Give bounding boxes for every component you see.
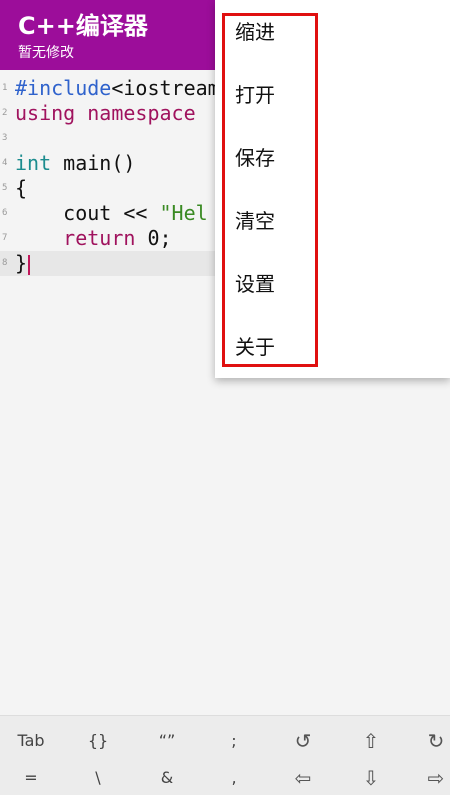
code-text: return 0; bbox=[15, 226, 172, 251]
tab-key[interactable]: Tab bbox=[9, 726, 53, 756]
code-token: return bbox=[63, 226, 136, 250]
app-title: C++编译器 bbox=[18, 12, 148, 40]
braces-key[interactable]: {} bbox=[76, 726, 120, 756]
arrow-up-icon[interactable]: ⇧ bbox=[349, 726, 393, 756]
code-token: cout << bbox=[15, 201, 160, 225]
code-token: using namespace bbox=[15, 101, 196, 125]
quotes-key[interactable]: “” bbox=[145, 726, 189, 756]
menu-item-settings[interactable]: 设置 bbox=[235, 264, 435, 304]
text-cursor bbox=[28, 254, 31, 275]
code-token: main() bbox=[51, 151, 136, 175]
arrow-left-icon[interactable]: ⇦ bbox=[281, 763, 325, 793]
arrow-down-icon[interactable]: ⇩ bbox=[349, 763, 393, 793]
backslash-key[interactable]: \ bbox=[76, 763, 120, 793]
code-token: #include bbox=[15, 76, 112, 100]
arrow-right-icon[interactable]: ⇨ bbox=[414, 763, 450, 793]
line-number: 2 bbox=[2, 108, 8, 118]
undo-icon[interactable]: ↺ bbox=[281, 726, 325, 756]
code-text: #include<iostream bbox=[15, 76, 220, 101]
code-text: { bbox=[15, 176, 27, 201]
line-number: 5 bbox=[2, 183, 8, 193]
code-text: } bbox=[15, 251, 31, 276]
menu-item-clear[interactable]: 清空 bbox=[235, 201, 435, 241]
menu-item-open[interactable]: 打开 bbox=[235, 75, 435, 115]
symbol-key-bar: Tab {} “” ; ↺ ⇧ ↻ = \ & , ⇦ ⇩ ⇨ bbox=[0, 715, 450, 795]
line-number: 6 bbox=[2, 208, 8, 218]
code-token: { bbox=[15, 176, 28, 200]
app-screen: C++编译器 暂无修改 1 #include<iostream 2 using nam… bbox=[0, 0, 450, 795]
code-text: int main() bbox=[15, 151, 135, 176]
line-number: 4 bbox=[2, 158, 8, 168]
code-token: 0; bbox=[135, 226, 172, 250]
ampersand-key[interactable]: & bbox=[145, 763, 189, 793]
line-number: 3 bbox=[2, 133, 8, 143]
menu-item-about[interactable]: 关于 bbox=[235, 327, 435, 367]
equals-key[interactable]: = bbox=[9, 763, 53, 793]
code-text: cout << "Hel bbox=[15, 201, 208, 226]
code-token: int bbox=[15, 151, 52, 175]
comma-key[interactable]: , bbox=[212, 763, 256, 793]
code-token: } bbox=[15, 251, 28, 275]
menu-item-save[interactable]: 保存 bbox=[235, 138, 435, 178]
line-number: 8 bbox=[2, 258, 8, 268]
line-number: 7 bbox=[2, 233, 8, 243]
redo-icon[interactable]: ↻ bbox=[414, 726, 450, 756]
modification-status: 暂无修改 bbox=[18, 45, 74, 61]
line-number: 1 bbox=[2, 83, 8, 93]
menu-item-indent[interactable]: 缩进 bbox=[235, 12, 435, 52]
code-text: using namespace bbox=[15, 101, 196, 126]
code-token: <iostream bbox=[111, 76, 220, 100]
semicolon-key[interactable]: ; bbox=[212, 726, 256, 756]
code-token: "Hel bbox=[159, 201, 208, 225]
overflow-menu: 缩进 打开 保存 清空 设置 关于 bbox=[215, 0, 450, 378]
